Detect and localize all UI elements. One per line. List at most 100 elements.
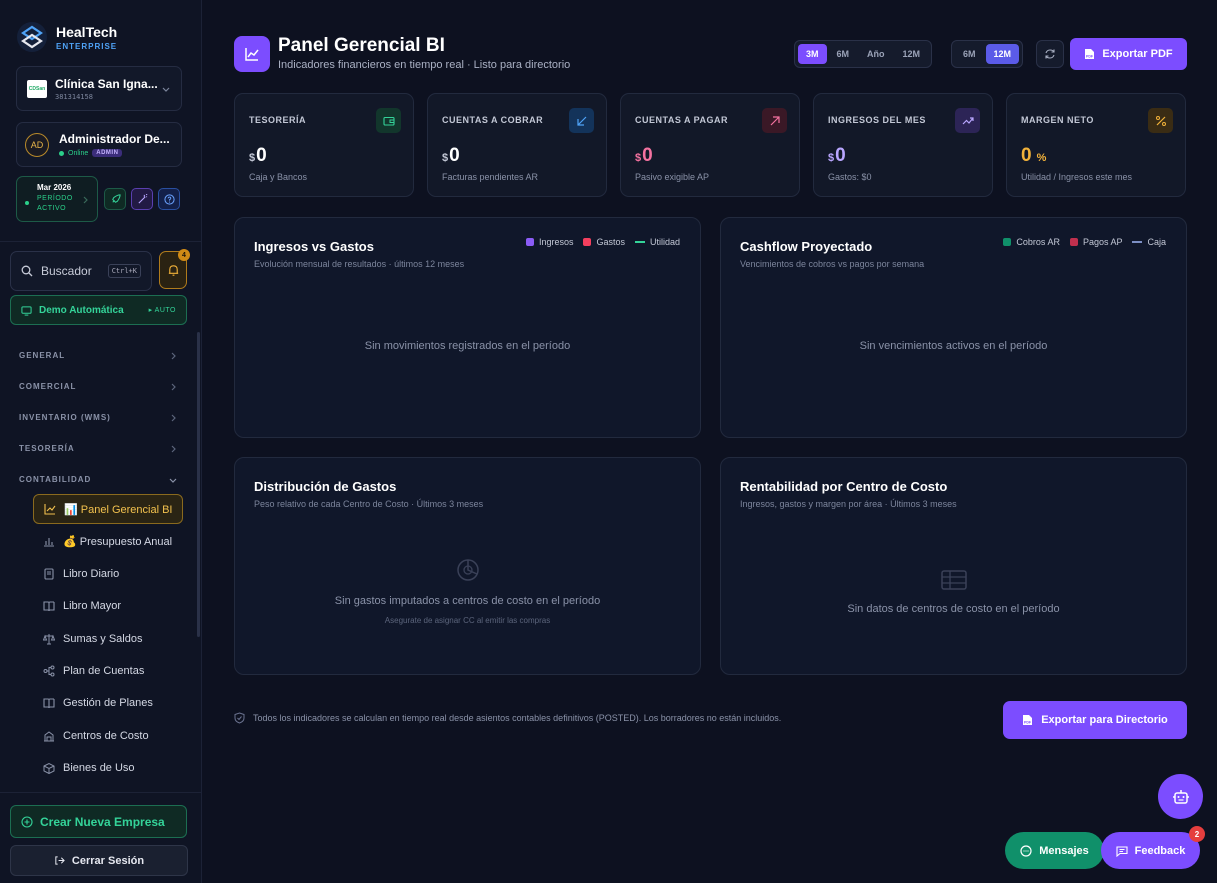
range-6m-button[interactable]: 6M: [829, 44, 858, 64]
chevron-right-icon: [171, 445, 176, 452]
feedback-button[interactable]: Feedback: [1101, 832, 1200, 869]
nav-section-contabilidad[interactable]: CONTABILIDAD: [19, 475, 177, 484]
notifications-button[interactable]: 4: [159, 249, 190, 289]
logout-label: Cerrar Sesión: [71, 854, 145, 867]
refresh-icon: [1045, 49, 1055, 59]
compare-12m-button[interactable]: 12M: [985, 44, 1020, 64]
legend-item-ingresos[interactable]: Ingresos: [525, 237, 574, 247]
panel-subtitle: Vencimientos de cobros vs pagos por sema…: [740, 259, 925, 269]
legend-item-pagos[interactable]: Pagos AP: [1069, 237, 1122, 247]
create-company-button[interactable]: Crear Nueva Empresa: [10, 805, 187, 838]
book-open-icon: [43, 698, 55, 709]
kpi-icon-box: [1148, 108, 1173, 133]
nav-item-label: 📊 Panel Gerencial BI: [64, 503, 173, 516]
user-card[interactable]: AD Administrador De... Online ADMIN: [16, 122, 182, 167]
chevron-down-icon: [162, 87, 170, 92]
feedback-icon: [1116, 845, 1128, 857]
nav-item-label: Bienes de Uso: [63, 762, 135, 774]
legend-item-caja[interactable]: Caja: [1132, 237, 1166, 247]
legend-label: Ingresos: [538, 237, 574, 247]
kpi-label: TESORERÍA: [249, 115, 307, 125]
nav-item-presupuesto[interactable]: 💰 Presupuesto Anual: [33, 526, 183, 556]
panel-ingresos-gastos: Ingresos vs Gastos Evolución mensual de …: [234, 217, 701, 438]
nav-section-label: CONTABILIDAD: [19, 475, 92, 484]
book-icon: [43, 601, 55, 612]
nav-item-label: Centros de Costo: [63, 730, 149, 742]
nav-item-bienes-uso[interactable]: Bienes de Uso: [33, 753, 183, 783]
assistant-bot-button[interactable]: [1158, 774, 1203, 819]
search-button[interactable]: Buscador Ctrl+K: [10, 251, 152, 291]
kpi-card-cuentas-pagar: CUENTAS A PAGAR $0 Pasivo exigible AP: [620, 93, 800, 197]
rocket-button[interactable]: [104, 188, 126, 210]
panel-title: Ingresos vs Gastos: [254, 239, 374, 254]
role-badge: ADMIN: [92, 149, 123, 157]
company-selector[interactable]: CDSan Clínica San Igna... 381314158: [16, 66, 182, 111]
help-button[interactable]: [158, 188, 180, 210]
compare-6m-button[interactable]: 6M: [955, 44, 984, 64]
period-selector[interactable]: Mar 2026 PERÍODO ACTIVO: [16, 176, 98, 222]
kpi-sub: Gastos: $0: [828, 172, 872, 182]
brand-name: HealTech: [56, 23, 118, 40]
arrow-up-right-icon: [770, 115, 780, 125]
kpi-number: 0: [835, 145, 846, 166]
nav-section-general[interactable]: GENERAL: [19, 351, 177, 360]
footer-note: Todos los indicadores se calculan en tie…: [234, 712, 781, 724]
logout-button[interactable]: Cerrar Sesión: [10, 845, 188, 876]
bell-icon: [168, 264, 178, 276]
nav-item-libro-mayor[interactable]: Libro Mayor: [33, 591, 183, 621]
range-3m-button[interactable]: 3M: [798, 44, 827, 64]
wand-icon: [137, 193, 147, 204]
divider: [0, 241, 202, 242]
user-status: Online ADMIN: [59, 149, 170, 157]
sidebar-scrollbar[interactable]: [197, 332, 200, 637]
divider: [0, 792, 202, 793]
range-12m-button[interactable]: 12M: [895, 44, 929, 64]
nav-item-centros-costo[interactable]: Centros de Costo: [33, 721, 183, 751]
kpi-sub: Caja y Bancos: [249, 172, 308, 182]
panel-cashflow: Cashflow Proyectado Vencimientos de cobr…: [720, 217, 1187, 438]
status-text: Online: [68, 149, 89, 157]
nav-item-label: Libro Diario: [63, 568, 120, 580]
empty-state-text: Sin datos de centros de costo en el perí…: [847, 603, 1060, 615]
messages-button[interactable]: Mensajes: [1005, 832, 1104, 869]
nav-section-inventario[interactable]: INVENTARIO (WMS): [19, 413, 177, 422]
refresh-button[interactable]: [1036, 40, 1064, 68]
range-year-button[interactable]: Año: [859, 44, 893, 64]
demo-auto-button[interactable]: Demo Automática ▸ AUTO: [10, 295, 187, 325]
brand[interactable]: HealTech ENTERPRISE: [16, 21, 117, 53]
rocket-icon: [111, 193, 121, 203]
magic-button[interactable]: [131, 188, 153, 210]
export-directorio-button[interactable]: PDF Exportar para Directorio: [1003, 701, 1187, 739]
legend-item-cobros[interactable]: Cobros AR: [1003, 237, 1060, 247]
nav-item-sumas-saldos[interactable]: Sumas y Saldos: [33, 624, 183, 654]
nav-item-plan-cuentas[interactable]: Plan de Cuentas: [33, 656, 183, 686]
company-name: Clínica San Igna...: [55, 76, 158, 91]
nav-item-panel-gerencial[interactable]: 📊 Panel Gerencial BI: [33, 494, 183, 524]
kpi-icon-box: [569, 108, 594, 133]
legend-item-gastos[interactable]: Gastos: [583, 237, 625, 247]
percent-icon: [1155, 115, 1166, 126]
pie-chart-icon: [457, 559, 479, 581]
kpi-card-ingresos-mes: INGRESOS DEL MES $0 Gastos: $0: [813, 93, 993, 197]
scale-icon: [43, 634, 55, 645]
company-logo: CDSan: [27, 79, 47, 98]
wallet-icon: [382, 116, 395, 126]
nav-item-label: 💰 Presupuesto Anual: [63, 535, 173, 548]
logout-icon: [55, 856, 65, 865]
legend-label: Caja: [1147, 237, 1166, 247]
nav-section-comercial[interactable]: COMERCIAL: [19, 382, 177, 391]
chevron-right-icon: [83, 196, 88, 204]
nav-section-tesoreria[interactable]: TESORERÍA: [19, 444, 177, 453]
page-subtitle: Indicadores financieros en tiempo real ·…: [278, 59, 571, 71]
kpi-value: $0: [442, 145, 460, 167]
create-company-label: Crear Nueva Empresa: [40, 814, 165, 829]
kpi-currency: $: [635, 152, 642, 164]
brand-sub: ENTERPRISE: [56, 41, 118, 51]
nav-item-gestion-planes[interactable]: Gestión de Planes: [33, 688, 183, 718]
legend-item-utilidad[interactable]: Utilidad: [634, 237, 680, 247]
bar-chart-icon: [44, 538, 54, 547]
panel-subtitle: Ingresos, gastos y margen por área · Últ…: [740, 499, 957, 509]
nav-item-libro-diario[interactable]: Libro Diario: [33, 559, 183, 589]
export-pdf-button[interactable]: PDF Exportar PDF: [1070, 38, 1187, 70]
monitor-icon: [21, 305, 32, 316]
